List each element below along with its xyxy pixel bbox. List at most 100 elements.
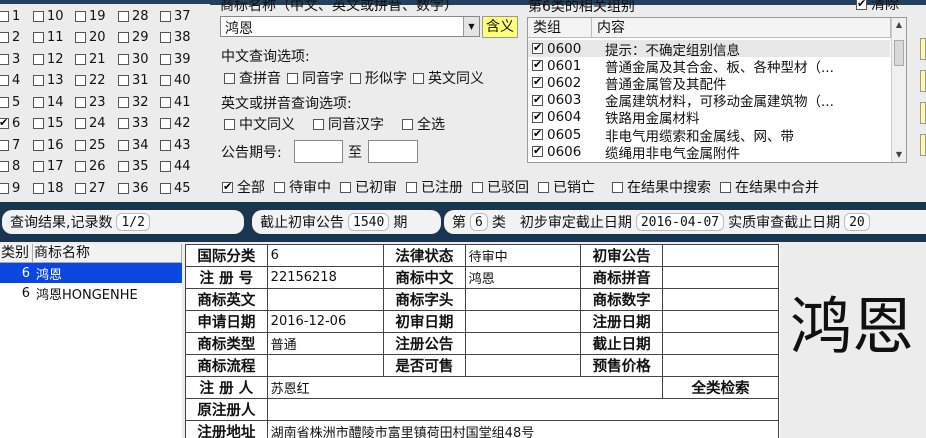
checkbox-icon[interactable] xyxy=(612,181,623,193)
class-checkbox-17[interactable]: 17 xyxy=(33,157,64,177)
checkbox-icon[interactable] xyxy=(406,181,417,193)
checkbox-icon[interactable] xyxy=(118,118,129,129)
checkbox-icon[interactable] xyxy=(118,139,129,151)
class-checkbox-28[interactable]: 28 xyxy=(118,6,149,26)
filter-7[interactable]: 在结果中合并 xyxy=(720,177,819,197)
checkbox-icon[interactable] xyxy=(118,75,129,86)
class-checkbox-40[interactable]: 40 xyxy=(160,71,191,91)
checkbox-icon[interactable] xyxy=(75,96,86,108)
list-item[interactable]: 0600提示：不确定组别信息 xyxy=(528,40,890,59)
checkbox-icon[interactable] xyxy=(0,53,9,65)
class-checkbox-5[interactable]: 5 xyxy=(0,92,20,112)
filter-6[interactable]: 在结果中搜索 xyxy=(612,177,711,197)
class-checkbox-15[interactable]: 15 xyxy=(33,114,64,134)
class-checkbox-41[interactable]: 41 xyxy=(160,92,191,112)
en-option-1[interactable]: 同音汉字 xyxy=(313,114,384,134)
scroll-thumb[interactable] xyxy=(894,40,904,66)
checkbox-icon[interactable] xyxy=(532,110,543,123)
class-checkbox-25[interactable]: 25 xyxy=(75,135,106,155)
class-checkbox-29[interactable]: 29 xyxy=(118,28,149,48)
list-item[interactable]: 0606 缆绳用非电气金属附件 xyxy=(532,143,740,162)
period-from-input[interactable] xyxy=(294,140,343,163)
class-checkbox-31[interactable]: 31 xyxy=(118,71,149,91)
list-item[interactable]: 0602普通金属管及其配件 xyxy=(532,74,727,93)
filter-3[interactable]: 已注册 xyxy=(406,177,463,197)
checkbox-icon[interactable] xyxy=(0,32,9,43)
checkbox-icon[interactable] xyxy=(313,118,324,130)
class-checkbox-35[interactable]: 35 xyxy=(118,157,149,177)
side-button-1[interactable] xyxy=(920,38,926,60)
checkbox-icon[interactable] xyxy=(118,32,129,43)
checkbox-icon[interactable] xyxy=(0,182,9,194)
class-checkbox-3[interactable]: 3 xyxy=(0,49,20,69)
class-checkbox-27[interactable]: 27 xyxy=(75,178,106,198)
checkbox-icon[interactable] xyxy=(75,75,86,86)
class-checkbox-1[interactable]: 1 xyxy=(0,6,20,26)
class-checkbox-2[interactable]: 2 xyxy=(0,28,20,48)
checkbox-icon[interactable] xyxy=(402,118,413,130)
class-checkbox-11[interactable]: 11 xyxy=(33,28,64,48)
clear-checkbox[interactable]: 清除 xyxy=(856,0,899,14)
en-option-0[interactable]: 中文同义 xyxy=(224,114,295,134)
checkbox-icon[interactable] xyxy=(0,161,9,172)
checkbox-icon[interactable] xyxy=(287,72,298,84)
meaning-button[interactable]: 含义 xyxy=(482,16,518,38)
checkbox-icon[interactable] xyxy=(160,139,171,151)
cn-option-1[interactable]: 同音字 xyxy=(287,68,344,88)
checkbox-icon[interactable] xyxy=(274,181,285,193)
groups-list[interactable]: 类组 内容 ▲ ▼ 0600提示：不确定组别信息0601普通金属及其合金、板、各… xyxy=(527,17,907,163)
list-item[interactable]: 0601普通金属及其合金、板、各种型材（... xyxy=(532,57,834,76)
checkbox-icon[interactable] xyxy=(160,182,171,194)
checkbox-icon[interactable] xyxy=(75,32,86,43)
result-list[interactable]: 类别 商标名称 6 鸿恩 6 鸿恩HONGENHE xyxy=(0,244,182,438)
checkbox-icon[interactable] xyxy=(33,10,44,22)
class-checkbox-22[interactable]: 22 xyxy=(75,71,106,91)
checkbox-icon[interactable] xyxy=(160,118,171,129)
checkbox-icon[interactable] xyxy=(532,93,543,106)
list-item[interactable]: 0605非电气用缆索和金属线、网、带 xyxy=(532,126,794,145)
checkbox-icon[interactable] xyxy=(350,72,361,84)
filter-1[interactable]: 待审中 xyxy=(274,177,331,197)
class-checkbox-14[interactable]: 14 xyxy=(33,92,64,112)
checkbox-icon[interactable] xyxy=(720,181,731,193)
class-checkbox-21[interactable]: 21 xyxy=(75,49,106,69)
cn-option-2[interactable]: 形似字 xyxy=(350,68,407,88)
list-item[interactable]: 0604铁路用金属材料 xyxy=(532,109,700,127)
scroll-down-icon[interactable]: ▼ xyxy=(892,148,906,162)
class-checkbox-8[interactable]: 8 xyxy=(0,157,20,177)
class-checkbox-30[interactable]: 30 xyxy=(118,49,149,69)
class-checkbox-6[interactable]: 6 xyxy=(0,114,20,134)
filter-2[interactable]: 已初审 xyxy=(340,177,397,197)
checkbox-icon[interactable] xyxy=(0,139,9,151)
checkbox-icon[interactable] xyxy=(33,53,44,65)
scroll-up-icon[interactable]: ▲ xyxy=(892,18,906,32)
checkbox-icon[interactable] xyxy=(472,181,483,193)
checkbox-icon[interactable] xyxy=(160,96,171,108)
filter-5[interactable]: 已销亡 xyxy=(538,177,595,197)
name-value[interactable]: 鸿恩 xyxy=(225,21,253,37)
class-checkbox-13[interactable]: 13 xyxy=(33,71,64,91)
checkbox-icon[interactable] xyxy=(532,144,543,158)
side-button-2[interactable] xyxy=(920,70,926,92)
class-checkbox-9[interactable]: 9 xyxy=(0,178,20,198)
checkbox-icon[interactable] xyxy=(340,181,351,193)
class-checkbox-43[interactable]: 43 xyxy=(160,135,191,155)
all-class-search-button[interactable]: 全类检索 xyxy=(661,376,780,399)
groups-scrollbar[interactable]: ▲ ▼ xyxy=(891,18,906,162)
checkbox-icon[interactable] xyxy=(75,161,86,172)
class-checkbox-16[interactable]: 16 xyxy=(33,135,64,155)
class-checkbox-32[interactable]: 32 xyxy=(118,92,149,112)
class-checkbox-38[interactable]: 38 xyxy=(160,28,191,48)
class-checkbox-20[interactable]: 20 xyxy=(75,28,106,48)
class-checkbox-12[interactable]: 12 xyxy=(33,49,64,69)
checkbox-icon[interactable] xyxy=(538,181,549,193)
checkbox-icon[interactable] xyxy=(160,53,171,65)
class-checkbox-33[interactable]: 33 xyxy=(118,114,149,134)
checkbox-icon[interactable] xyxy=(0,96,9,108)
class-checkbox-23[interactable]: 23 xyxy=(75,92,106,112)
list-item[interactable]: 0603金属建筑材料，可移动金属建筑物（... xyxy=(532,92,834,110)
checkbox-icon[interactable] xyxy=(118,161,129,172)
class-checkbox-39[interactable]: 39 xyxy=(160,49,191,69)
checkbox-icon[interactable] xyxy=(532,41,543,54)
checkbox-icon[interactable] xyxy=(118,10,129,22)
